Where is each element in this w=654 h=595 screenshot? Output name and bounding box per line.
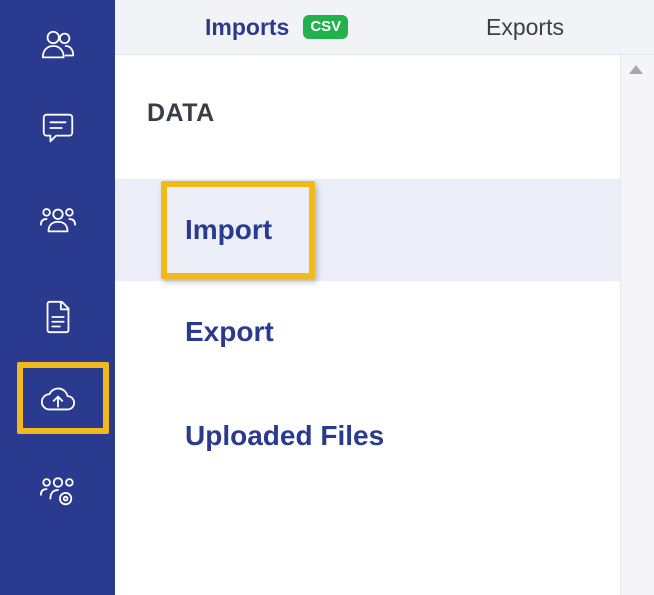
menu-item-uploaded-files-label: Uploaded Files: [185, 420, 385, 451]
group-icon: [39, 208, 76, 233]
rail-highlight-box: [17, 362, 109, 434]
scroll-up-arrow-icon[interactable]: [629, 65, 643, 74]
team-settings-icon: [39, 477, 74, 506]
rail-item-contacts[interactable]: [0, 14, 115, 78]
tab-imports[interactable]: Imports CSV: [205, 0, 349, 54]
rail-item-documents[interactable]: [0, 285, 115, 349]
rail-item-groups[interactable]: [0, 188, 115, 252]
menu-item-export[interactable]: Export: [115, 281, 620, 383]
menu-item-uploaded-files[interactable]: Uploaded Files: [115, 385, 620, 487]
tab-imports-label: Imports: [205, 13, 290, 40]
scrollbar[interactable]: [620, 55, 654, 595]
data-menu-panel: DATA Import Export Uploaded Files: [115, 55, 620, 595]
section-title: DATA: [147, 99, 215, 127]
menu-item-export-label: Export: [185, 316, 274, 347]
document-icon: [46, 300, 69, 334]
tab-bar: Imports CSV Exports: [115, 0, 654, 55]
rail-item-team-settings[interactable]: [0, 459, 115, 523]
tab-exports[interactable]: Exports: [486, 0, 564, 54]
icon-rail: [0, 0, 115, 595]
import-highlight-box: [161, 181, 315, 279]
contacts-icon: [41, 30, 74, 59]
app-frame: Imports CSV Exports DATA Import Export U…: [0, 0, 654, 595]
csv-badge: CSV: [303, 15, 349, 39]
rail-item-messages[interactable]: [0, 96, 115, 160]
message-icon: [42, 113, 73, 143]
tab-exports-label: Exports: [486, 13, 564, 40]
